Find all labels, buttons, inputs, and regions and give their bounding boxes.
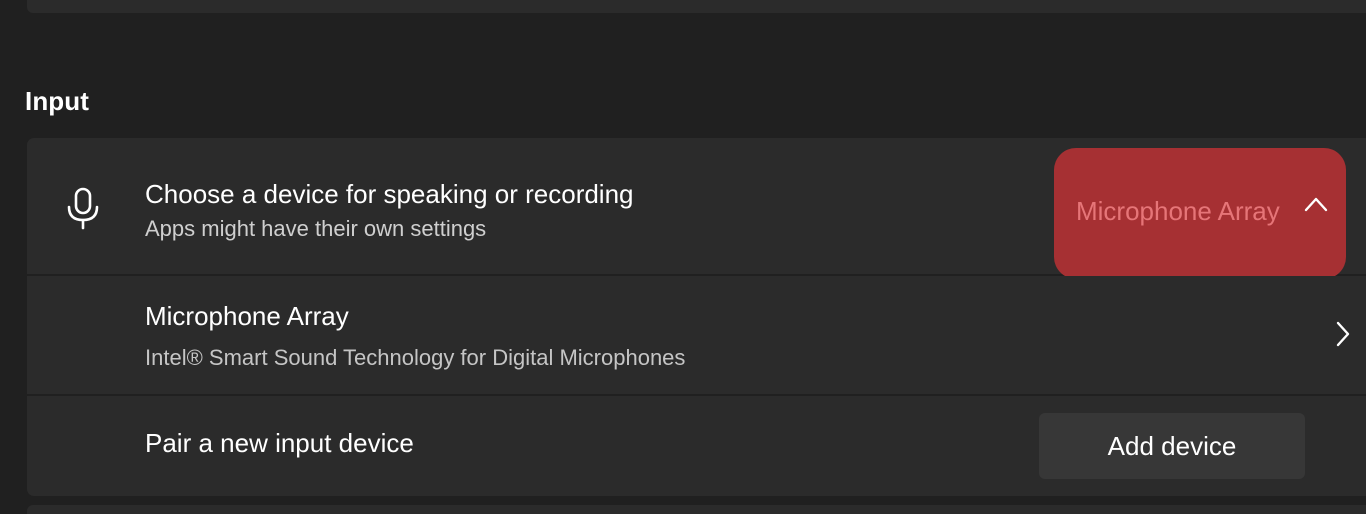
choose-device-subtitle: Apps might have their own settings xyxy=(145,216,487,241)
device-name: Microphone Array xyxy=(145,301,349,331)
input-section-heading: Input xyxy=(25,86,90,116)
choose-device-title: Choose a device for speaking or recordin… xyxy=(145,179,634,209)
pair-input-device-row: Pair a new input device Add device xyxy=(27,396,1366,496)
microphone-array-row[interactable]: Microphone Array Intel® Smart Sound Tech… xyxy=(27,276,1366,394)
previous-settings-card xyxy=(27,0,1366,13)
sound-settings-page: Input Choose a device for speaking or re… xyxy=(0,0,1366,514)
microphone-icon xyxy=(67,187,99,230)
pair-device-label: Pair a new input device xyxy=(145,428,414,458)
add-device-button[interactable]: Add device xyxy=(1039,413,1305,479)
input-settings-group: Choose a device for speaking or recordin… xyxy=(27,138,1366,496)
choose-input-device-row[interactable]: Choose a device for speaking or recordin… xyxy=(27,138,1366,279)
input-device-dropdown[interactable]: Microphone Array xyxy=(1054,148,1346,279)
chevron-right-icon[interactable] xyxy=(1334,319,1352,349)
device-description: Intel® Smart Sound Technology for Digita… xyxy=(145,345,686,370)
selected-input-device: Microphone Array xyxy=(1076,196,1280,226)
chevron-up-icon[interactable] xyxy=(1303,195,1329,213)
next-settings-card xyxy=(27,505,1366,514)
